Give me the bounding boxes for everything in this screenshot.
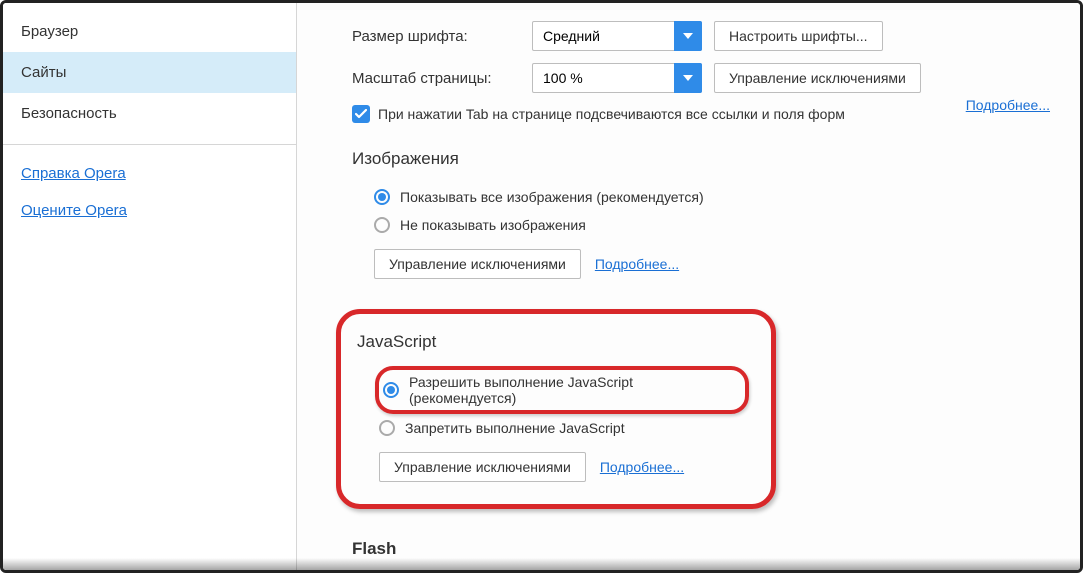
- radio-icon: [374, 189, 390, 205]
- javascript-allow-radio[interactable]: Разрешить выполнение JavaScript (рекомен…: [383, 374, 731, 406]
- page-zoom-row: Масштаб страницы: Управление исключениям…: [352, 63, 1050, 93]
- page-zoom-select[interactable]: [532, 63, 702, 93]
- images-hide-radio[interactable]: Не показывать изображения: [352, 211, 1050, 239]
- page-zoom-select-wrap: [532, 63, 702, 93]
- radio-icon: [379, 420, 395, 436]
- settings-sidebar: Браузер Сайты Безопасность Справка Opera…: [3, 3, 297, 570]
- javascript-more-link[interactable]: Подробнее...: [600, 459, 684, 475]
- images-more-link[interactable]: Подробнее...: [595, 256, 679, 272]
- tab-highlight-row[interactable]: При нажатии Tab на странице подсвечивают…: [352, 105, 1050, 123]
- sidebar-divider: [3, 144, 296, 145]
- tab-highlight-checkbox[interactable]: [352, 105, 370, 123]
- font-size-select[interactable]: [532, 21, 702, 51]
- javascript-allow-label: Разрешить выполнение JavaScript (рекомен…: [409, 374, 731, 406]
- javascript-block-label: Запретить выполнение JavaScript: [405, 420, 625, 436]
- manage-zoom-exceptions-button[interactable]: Управление исключениями: [714, 63, 921, 93]
- images-hide-label: Не показывать изображения: [400, 217, 586, 233]
- images-section-title: Изображения: [352, 149, 1050, 169]
- configure-fonts-button[interactable]: Настроить шрифты...: [714, 21, 883, 51]
- zoom-more-link[interactable]: Подробнее...: [966, 97, 1050, 113]
- javascript-exceptions-button[interactable]: Управление исключениями: [379, 452, 586, 482]
- help-link-opera[interactable]: Справка Opera: [3, 155, 296, 192]
- sidebar-item-security[interactable]: Безопасность: [3, 93, 296, 134]
- images-actions: Управление исключениями Подробнее...: [374, 249, 1050, 279]
- images-show-all-label: Показывать все изображения (рекомендуетс…: [400, 189, 704, 205]
- font-size-label: Размер шрифта:: [352, 28, 532, 45]
- javascript-section-title: JavaScript: [357, 332, 749, 352]
- radio-icon: [374, 217, 390, 233]
- javascript-allow-highlight: Разрешить выполнение JavaScript (рекомен…: [375, 366, 749, 414]
- tab-highlight-label: При нажатии Tab на странице подсвечивают…: [378, 106, 845, 122]
- javascript-block-radio[interactable]: Запретить выполнение JavaScript: [357, 414, 749, 442]
- sidebar-item-sites[interactable]: Сайты: [3, 52, 296, 93]
- images-section: Изображения Показывать все изображения (…: [352, 149, 1050, 279]
- javascript-actions: Управление исключениями Подробнее...: [379, 452, 749, 482]
- images-show-all-radio[interactable]: Показывать все изображения (рекомендуетс…: [352, 183, 1050, 211]
- page-zoom-label: Масштаб страницы:: [352, 70, 532, 87]
- rate-link-opera[interactable]: Оцените Opera: [3, 192, 296, 229]
- javascript-section-highlight: JavaScript Разрешить выполнение JavaScri…: [336, 309, 776, 509]
- images-exceptions-button[interactable]: Управление исключениями: [374, 249, 581, 279]
- sidebar-item-browser[interactable]: Браузер: [3, 11, 296, 52]
- settings-content: Размер шрифта: Настроить шрифты... Масшт…: [297, 3, 1080, 570]
- font-size-select-wrap: [532, 21, 702, 51]
- radio-icon: [383, 382, 399, 398]
- font-size-row: Размер шрифта: Настроить шрифты...: [352, 21, 1050, 51]
- flash-section-title: Flash: [352, 539, 1050, 559]
